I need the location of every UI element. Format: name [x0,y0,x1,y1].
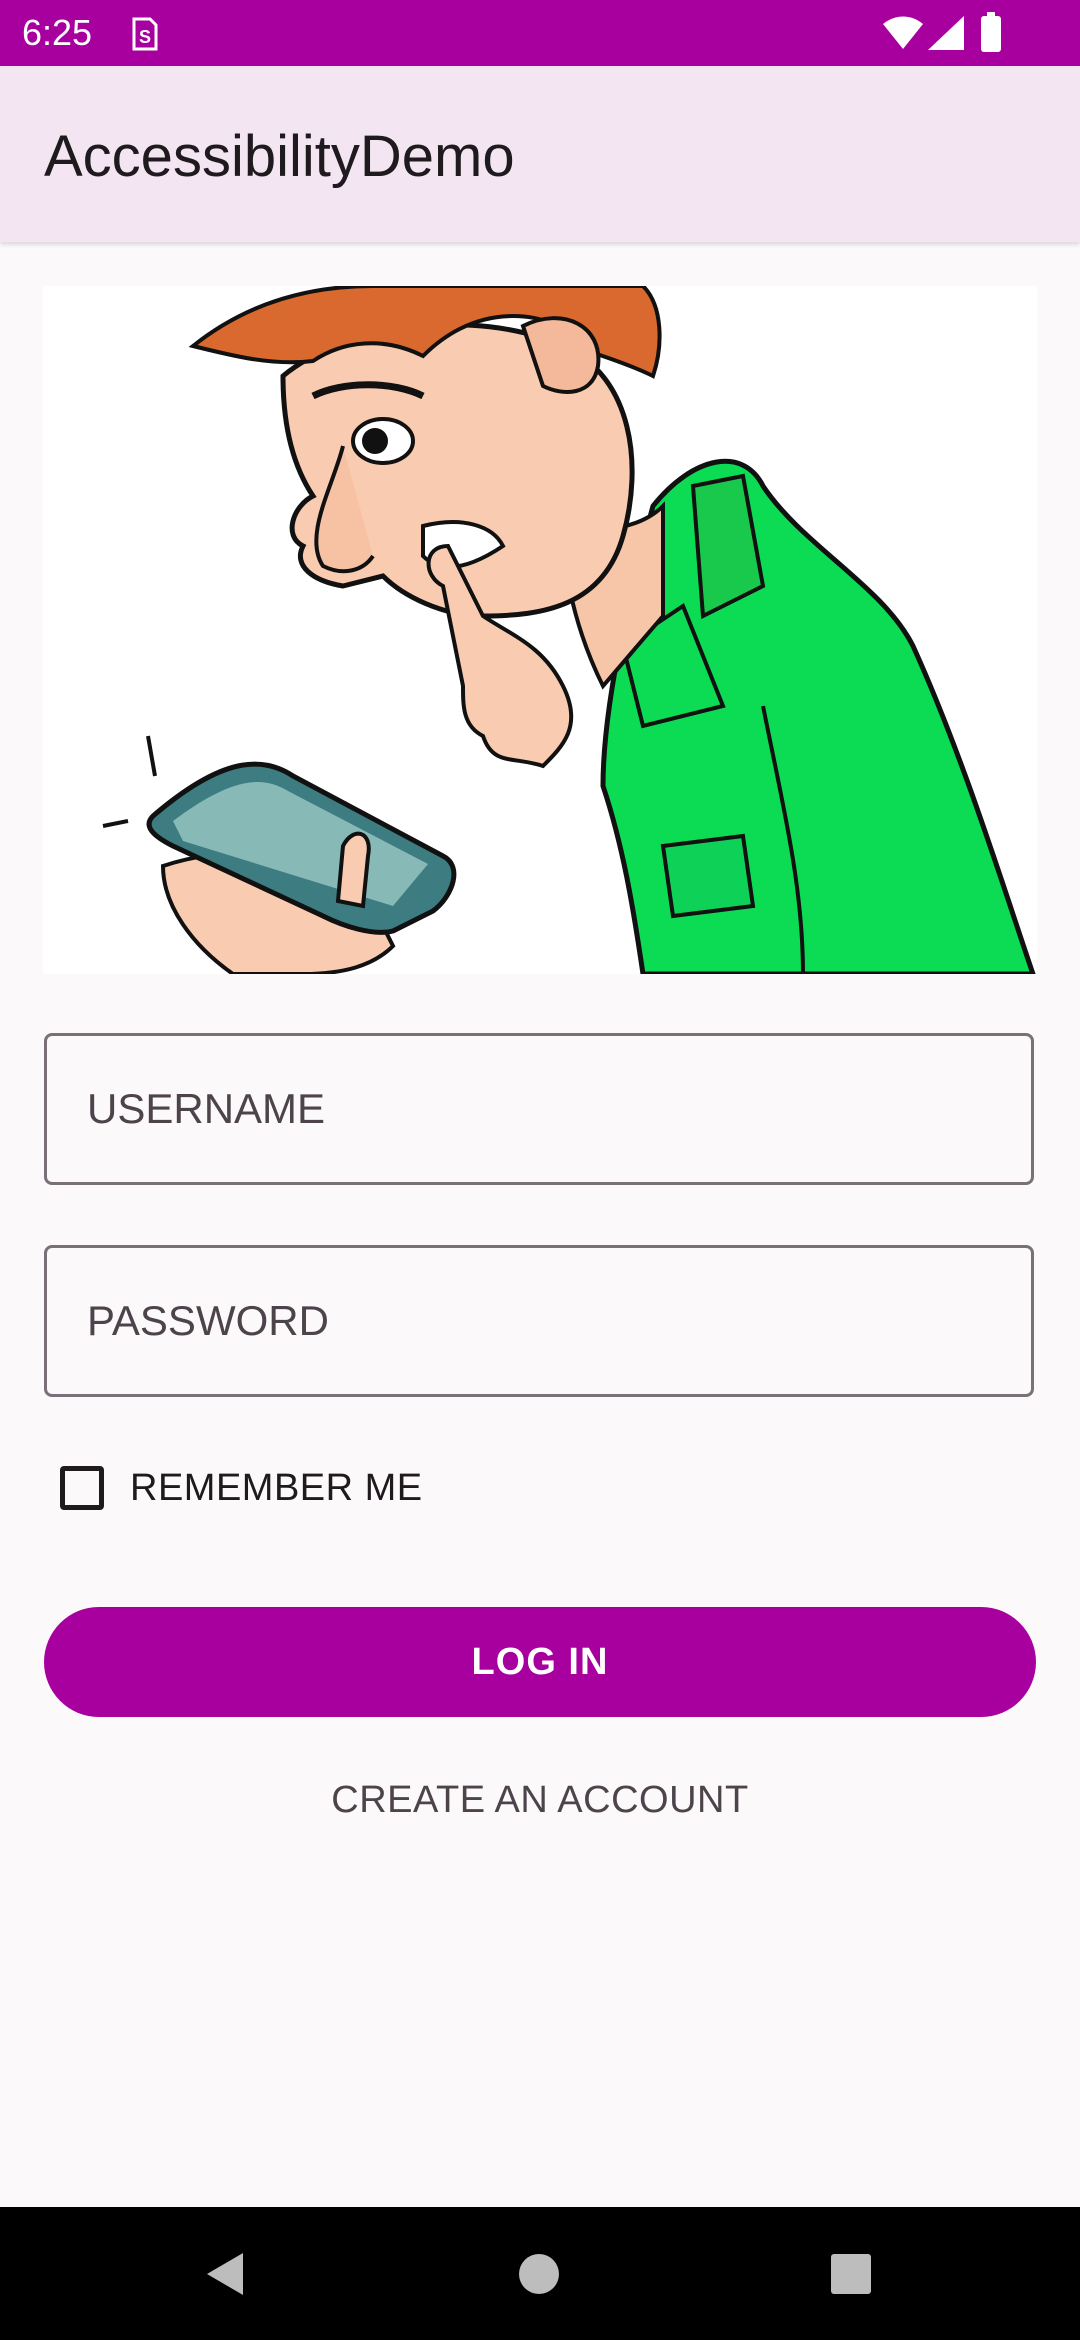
man-looking-at-phone-illustration [43,286,1037,974]
navigation-bar [0,2207,1080,2340]
password-field[interactable] [44,1245,1034,1397]
wifi-icon [883,16,923,49]
app-bar: AccessibilityDemo [0,66,1080,242]
home-icon[interactable] [518,2253,560,2295]
remember-me-checkbox[interactable]: REMEMBER ME [60,1460,423,1516]
back-icon[interactable] [203,2251,247,2297]
cell-signal-icon [928,16,964,50]
login-button[interactable]: LOG IN [44,1607,1036,1717]
password-input[interactable] [87,1248,987,1394]
svg-text:S: S [139,27,151,47]
illustration-art [102,286,1036,974]
recents-icon[interactable] [830,2253,872,2295]
checkbox-icon[interactable] [60,1466,104,1510]
status-bar: 6:25 S [0,0,1080,66]
login-screen: 6:25 S AccessibilityDemo USERNAME REMEMB… [0,0,1080,2340]
username-input[interactable] [87,1036,987,1182]
create-account-link[interactable]: CREATE AN ACCOUNT [44,1770,1036,1830]
username-field[interactable] [44,1033,1034,1185]
app-title: AccessibilityDemo [44,124,515,189]
status-time: 6:25 [22,12,93,53]
battery-icon [981,12,1001,52]
remember-me-label: REMEMBER ME [130,1466,423,1509]
sim-card-icon: S [132,17,158,51]
